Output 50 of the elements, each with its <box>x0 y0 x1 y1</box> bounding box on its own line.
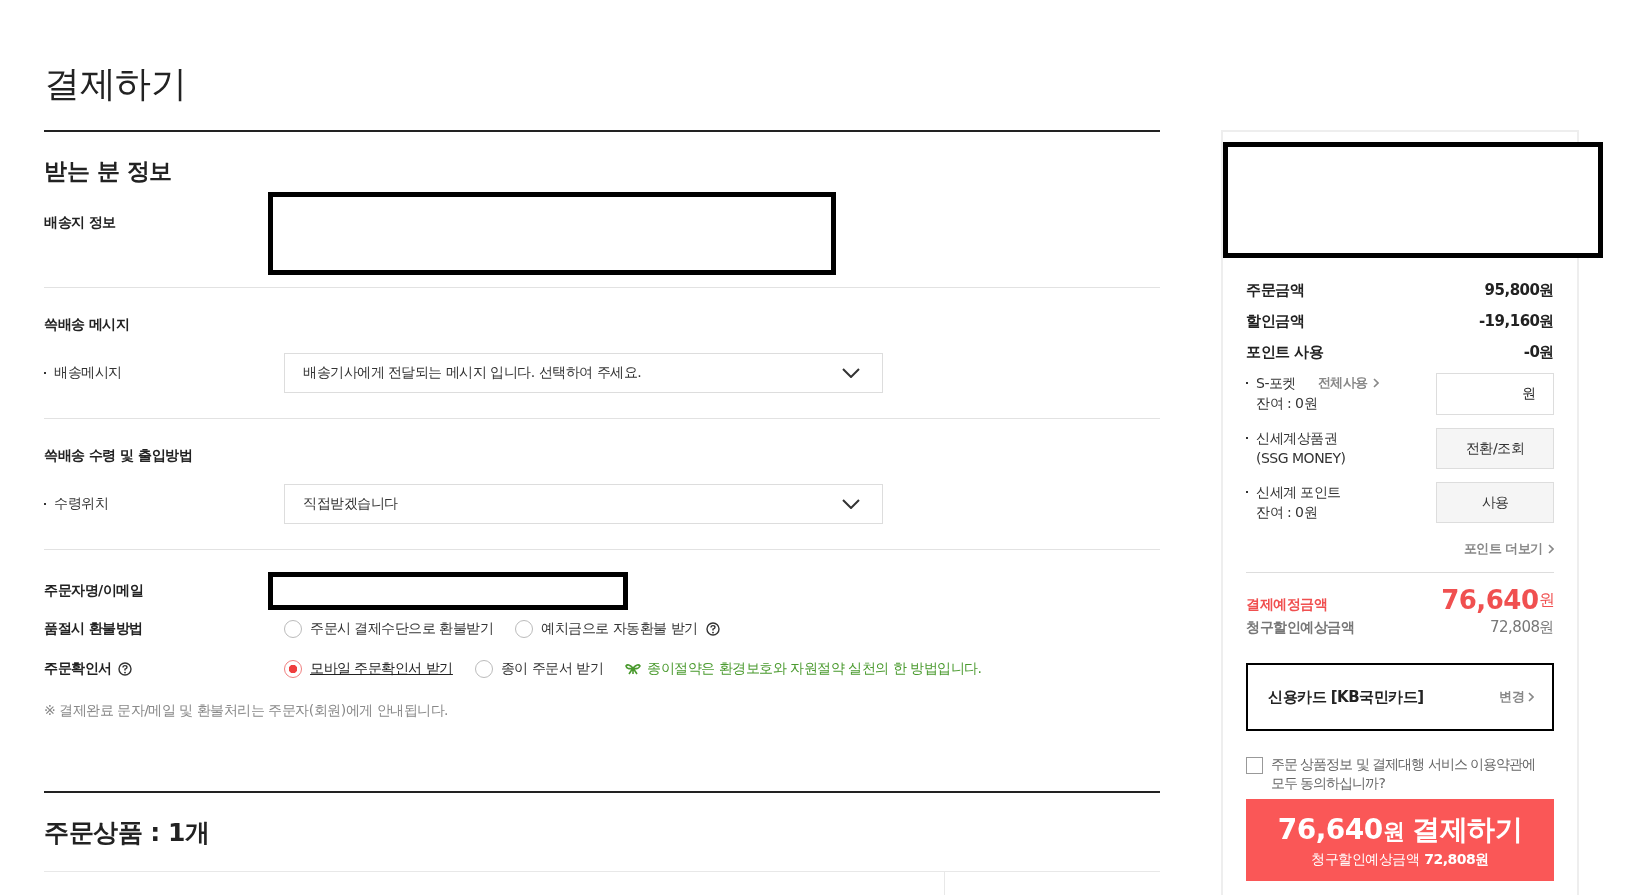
section-title: 주문상품 : 1개 <box>44 817 211 849</box>
chevron-right-icon <box>1528 692 1534 702</box>
point-balance: 잔여 : 0원 <box>1256 394 1319 413</box>
checkbox[interactable] <box>1246 757 1263 774</box>
point-name: S-포켓 <box>1256 374 1296 393</box>
point-balance: 잔여 : 0원 <box>1256 503 1319 522</box>
summary-value: -19,160원 <box>1478 311 1554 332</box>
chevron-right-icon <box>1372 378 1379 388</box>
amount-field[interactable]: 원 <box>1436 373 1554 415</box>
radio-button[interactable] <box>284 660 302 678</box>
section-title: 쓱배송 메시지 <box>44 315 131 334</box>
point-name: 신세계상품권 <box>1256 429 1337 448</box>
field-label: 주문확인서 <box>44 660 112 678</box>
summary-label: 주문금액 <box>1246 280 1304 301</box>
more-points-link[interactable]: 포인트 더보기 <box>1463 539 1554 559</box>
notice-text: ※ 결제완료 문자/메일 및 환불처리는 주문자(회원)에게 안내됩니다. <box>44 701 450 720</box>
option-label[interactable]: 예치금으로 자동환불 받기 <box>541 620 698 638</box>
section-title: 받는 분 정보 <box>44 157 173 186</box>
field-label: 배송메시지 <box>44 364 284 382</box>
summary-label: 포인트 사용 <box>1246 342 1324 363</box>
chevron-right-icon <box>1548 544 1554 554</box>
field-label: 품절시 환불방법 <box>44 620 143 638</box>
option-label[interactable]: 모바일 주문확인서 받기 <box>310 660 453 678</box>
eco-note: 종이절약은 환경보호와 자원절약 실천의 한 방법입니다. <box>647 660 982 678</box>
field-label: 주문자명/이메일 <box>44 582 145 600</box>
discount-label: 청구할인예상금액 <box>1246 618 1354 637</box>
dropdown[interactable]: 배송기사에게 전달되는 메시지 입니다. 선택하여 주세요. <box>284 353 883 393</box>
option-label[interactable]: 종이 주문서 받기 <box>500 660 604 678</box>
field-label: 수령위치 <box>44 495 284 513</box>
total-label: 결제예정금액 <box>1246 595 1327 614</box>
section-title: 쓱배송 수령 및 출입방법 <box>44 446 194 465</box>
summary-label: 할인금액 <box>1246 311 1304 332</box>
agreement-text: 주문 상품정보 및 결제대행 서비스 이용약관에 모두 동의하십니까? <box>1271 755 1537 793</box>
sprout-icon <box>625 663 642 675</box>
point-name: 신세계 포인트 <box>1256 483 1341 502</box>
point-balance: (SSG MONEY) <box>1256 449 1346 468</box>
change-link[interactable]: 변경 <box>1499 688 1534 706</box>
use-all-link[interactable]: 전체사용 <box>1317 373 1379 393</box>
discount-value: 72,808원 <box>1490 617 1554 638</box>
chevron-down-icon <box>842 368 860 378</box>
point-button[interactable]: 사용 <box>1436 482 1554 523</box>
dropdown[interactable]: 직접받겠습니다 <box>284 484 883 524</box>
page-title: 결제하기 <box>44 62 187 106</box>
payment-method: 신용카드 [KB국민카드] <box>1268 687 1424 707</box>
summary-value: 95,800원 <box>1484 280 1554 301</box>
chevron-down-icon <box>842 499 860 509</box>
point-button[interactable]: 전환/조회 <box>1436 428 1554 469</box>
summary-value: -0원 <box>1523 342 1554 363</box>
option-label[interactable]: 주문시 결제수단으로 환불받기 <box>310 620 494 638</box>
field-label: 배송지 정보 <box>44 213 117 232</box>
